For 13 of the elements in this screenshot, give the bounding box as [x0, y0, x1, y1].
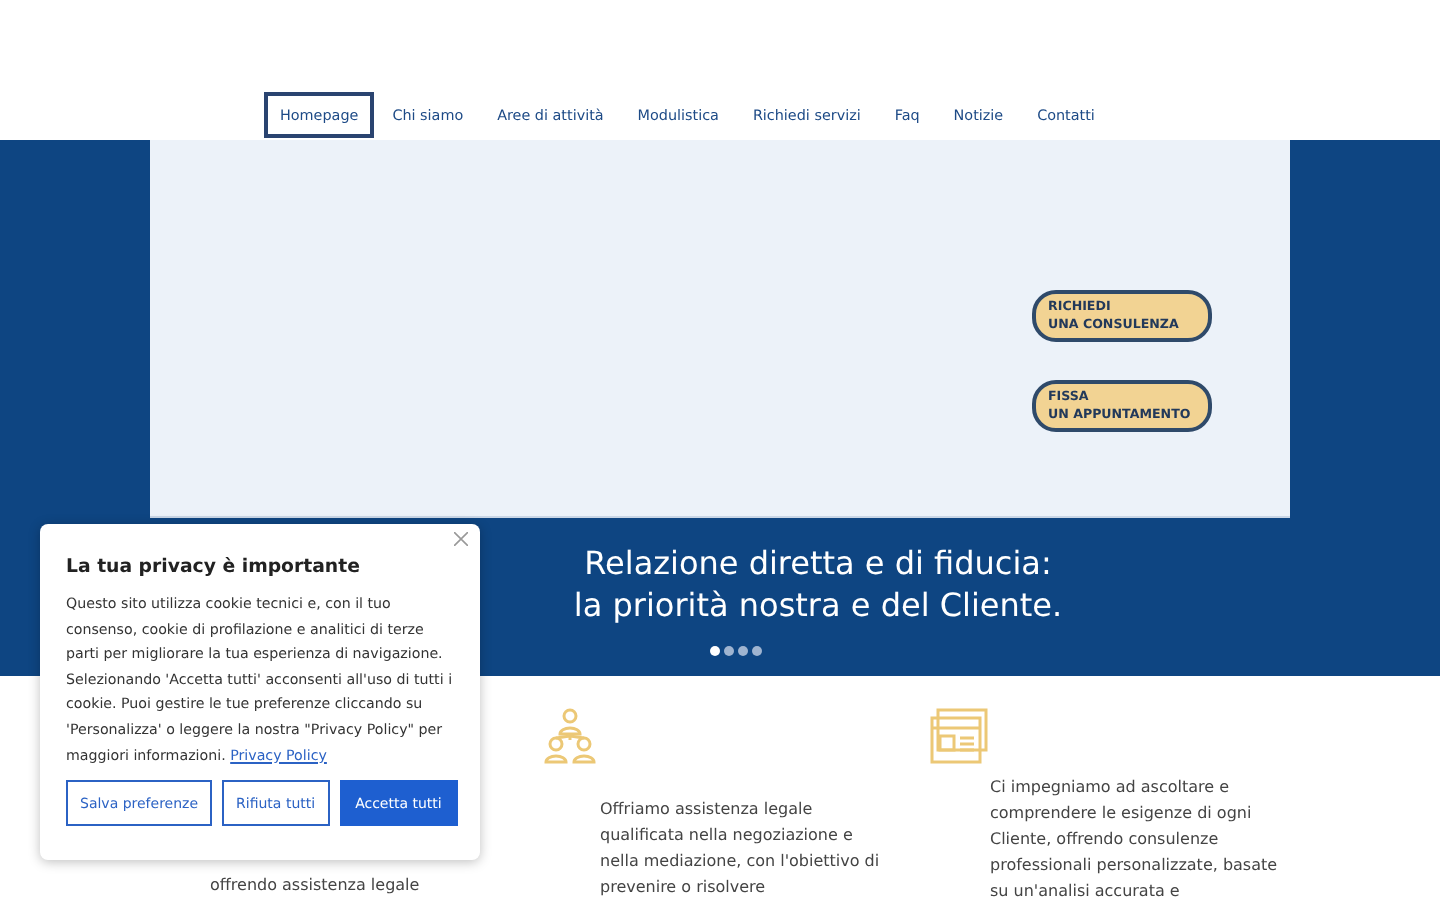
slide-dot[interactable] — [751, 646, 761, 656]
hero-caption: Relazione diretta e di fiducia: — [584, 542, 1052, 584]
close-icon[interactable] — [454, 532, 468, 546]
slide-dot[interactable] — [723, 646, 733, 656]
slide-dot[interactable] — [737, 646, 747, 656]
hero-caption: la priorità nostra e del Cliente. — [573, 584, 1063, 626]
slide-dot[interactable] — [709, 646, 719, 656]
people-icon — [540, 706, 600, 766]
feature-text: Offriamo assistenza legale qualificata nella negoziazione e nella mediazione, con l'obiettivo di prevenire o risolvere — [600, 798, 882, 900]
feature-text: Ci impegniamo ad ascoltare e comprendere le esigenze di ogni Cliente, offrendo consulenze professionali personalizzate, basate su un'analisi accurata e — [990, 776, 1280, 900]
feature-text: offrendo assistenza legale — [210, 874, 422, 898]
cookie-title: La tua privacy è importante — [66, 556, 360, 578]
browser-window-icon — [930, 706, 990, 766]
